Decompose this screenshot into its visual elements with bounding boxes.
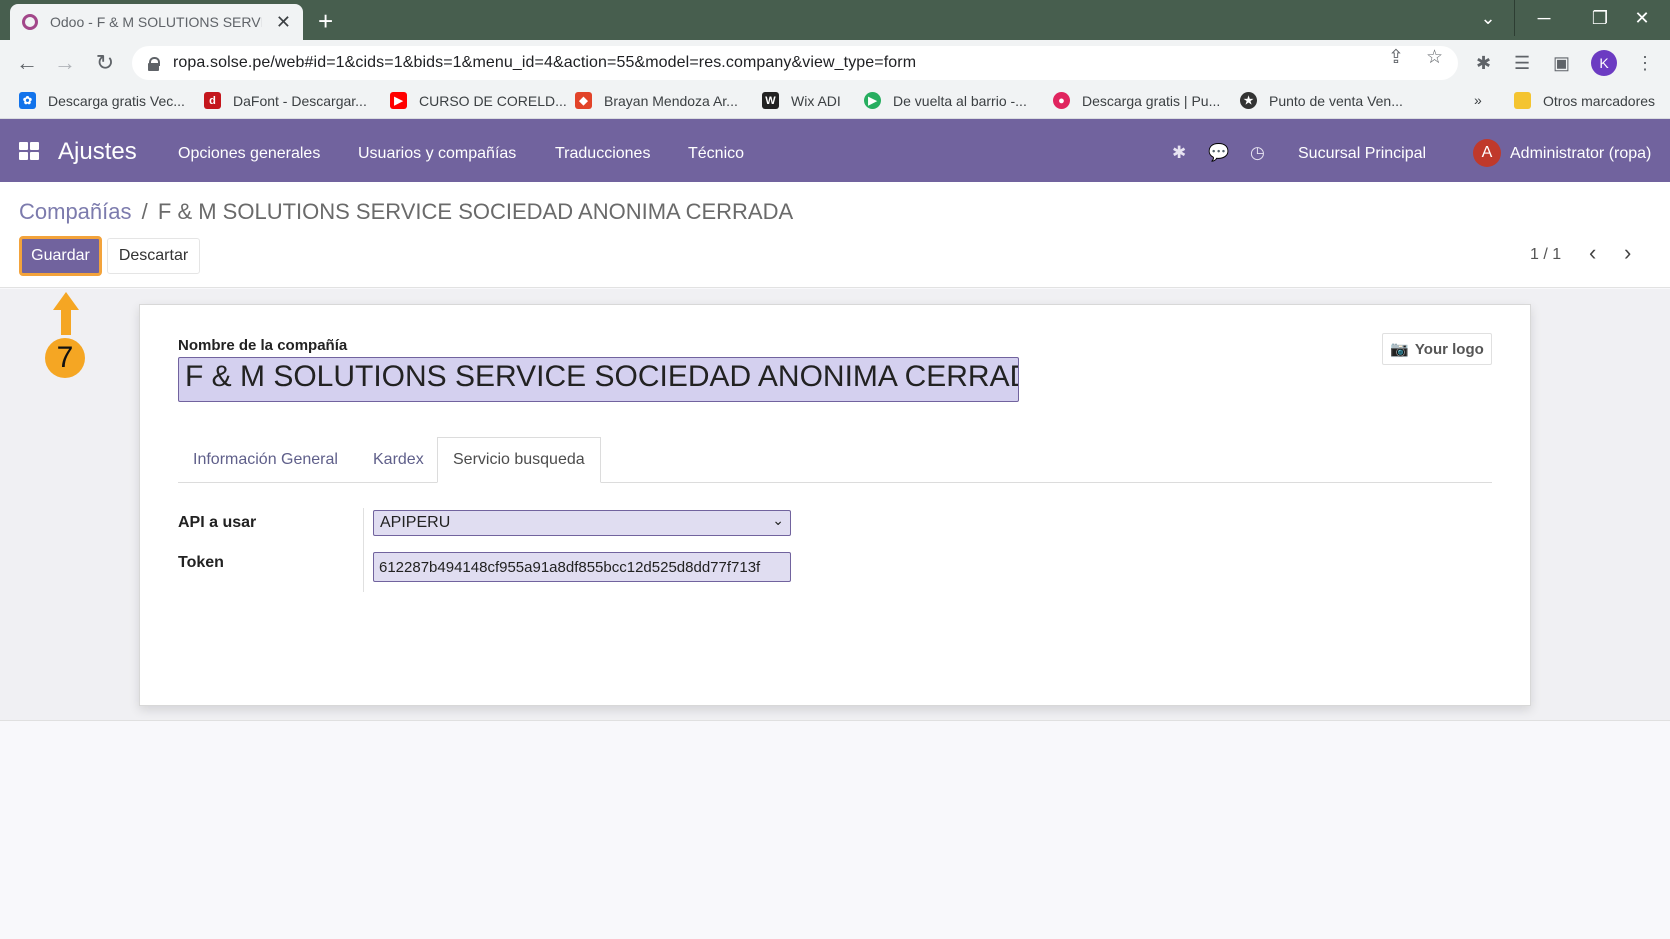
address-bar[interactable]: ropa.solse.pe/web#id=1&cids=1&bids=1&men… [132, 46, 1458, 80]
tab-servicio-busqueda[interactable]: Servicio busqueda [437, 437, 601, 483]
chevron-left-icon[interactable]: ‹ [1589, 240, 1596, 266]
url-text[interactable]: ropa.solse.pe/web#id=1&cids=1&bids=1&men… [173, 54, 916, 72]
camera-icon: 📷 [1390, 341, 1409, 358]
other-bookmarks-folder[interactable]: Otros marcadores [1514, 92, 1655, 109]
extensions-icon[interactable]: ✱ [1476, 53, 1491, 74]
freepik-icon: ✿ [19, 92, 36, 109]
back-icon[interactable]: ← [14, 50, 40, 76]
youtube-icon: ▶ [390, 92, 407, 109]
star-badge-icon: ★ [1240, 92, 1257, 109]
wix-icon: W [762, 92, 779, 109]
menu-tecnico[interactable]: Técnico [688, 145, 744, 163]
browser-tab[interactable]: Odoo - F & M SOLUTIONS SERVICE SOCIEDAD … [10, 4, 303, 40]
bookmark-item[interactable]: d DaFont - Descargar... [204, 92, 367, 109]
form-sheet: Nombre de la compañía F & M SOLUTIONS SE… [139, 304, 1531, 706]
bookmark-item[interactable]: ▶ De vuelta al barrio -... [864, 92, 1027, 109]
reload-icon[interactable]: ↻ [92, 50, 118, 76]
reading-list-icon[interactable]: ☰ [1514, 53, 1530, 74]
app-name[interactable]: Ajustes [58, 138, 137, 166]
chevron-right-icon[interactable]: › [1624, 240, 1631, 266]
field-divider [363, 508, 364, 592]
form-tabs: Información General Kardex Servicio busq… [178, 437, 1492, 483]
bookmark-item[interactable]: ✿ Descarga gratis Vec... [19, 92, 185, 109]
profile-avatar[interactable]: K [1591, 50, 1617, 76]
bookmark-item[interactable]: ▶ CURSO DE CORELD... [390, 92, 567, 109]
bookmark-item[interactable]: W Wix ADI [762, 92, 841, 109]
company-switcher[interactable]: Sucursal Principal [1298, 145, 1426, 163]
tab-search-icon[interactable]: ⌄ [1460, 0, 1516, 36]
token-input[interactable]: 612287b494148cf955a91a8df855bcc12d525d8d… [373, 552, 791, 582]
control-panel: Compañías / F & M SOLUTIONS SERVICE SOCI… [0, 182, 1670, 288]
bookmark-item[interactable]: ● Descarga gratis | Pu... [1053, 92, 1220, 109]
company-name-label: Nombre de la compañía [178, 337, 348, 354]
chrome-menu-icon[interactable]: ⋮ [1636, 53, 1654, 74]
odoo-navbar: Ajustes Opciones generales Usuarios y co… [0, 119, 1670, 182]
upload-logo-label: Your logo [1414, 340, 1484, 358]
bookmarks-overflow-icon[interactable]: » [1474, 92, 1482, 108]
share-icon[interactable]: ⇪ [1388, 46, 1404, 69]
dafont-icon: d [204, 92, 221, 109]
play-icon: ▶ [864, 92, 881, 109]
page-title: F & M SOLUTIONS SERVICE SOCIEDAD ANONIMA… [157, 199, 794, 224]
upload-logo-button[interactable]: 📷 Your logo [1382, 333, 1492, 365]
pager-value[interactable]: 1 / 1 [1530, 246, 1561, 264]
menu-traducciones[interactable]: Traducciones [555, 145, 650, 163]
arrow-up-icon [53, 292, 79, 336]
company-name-input[interactable]: F & M SOLUTIONS SERVICE SOCIEDAD ANONIMA… [178, 357, 1019, 402]
apps-menu-icon[interactable] [19, 142, 39, 160]
new-tab-icon[interactable]: + [318, 6, 333, 37]
step-number-badge: 7 [45, 338, 85, 378]
browser-tab-title: Odoo - F & M SOLUTIONS SERVICE SOCIEDAD … [50, 14, 262, 30]
close-window-icon[interactable]: ✕ [1614, 0, 1670, 36]
breadcrumb: Compañías / F & M SOLUTIONS SERVICE SOCI… [19, 199, 793, 225]
folder-icon [1514, 92, 1531, 109]
chevron-down-icon: ⌄ [772, 512, 784, 528]
minimize-icon[interactable]: ─ [1516, 0, 1572, 36]
user-menu[interactable]: Administrator (ropa) [1510, 145, 1651, 163]
api-label: API a usar [178, 514, 257, 531]
debug-bug-icon[interactable]: ✱ [1172, 143, 1186, 163]
side-panel-icon[interactable]: ▣ [1553, 53, 1570, 74]
token-label: Token [178, 554, 224, 571]
browser-toolbar: ← → ↻ ropa.solse.pe/web#id=1&cids=1&bids… [0, 40, 1670, 86]
odoo-favicon-icon [22, 14, 38, 30]
breadcrumb-separator: / [141, 199, 148, 224]
breadcrumb-companias[interactable]: Compañías [19, 199, 132, 224]
gitlab-icon: ◆ [575, 92, 592, 109]
window-separator [1514, 0, 1515, 36]
menu-opciones-generales[interactable]: Opciones generales [178, 145, 320, 163]
forward-icon[interactable]: → [52, 50, 78, 76]
chat-icon[interactable]: 💬 [1208, 143, 1229, 163]
bookmarks-bar: ✿ Descarga gratis Vec... d DaFont - Desc… [0, 86, 1670, 119]
activity-clock-icon[interactable]: ◷ [1250, 143, 1265, 163]
bookmark-item[interactable]: ★ Punto de venta Ven... [1240, 92, 1403, 109]
browser-tab-strip: Odoo - F & M SOLUTIONS SERVICE SOCIEDAD … [0, 0, 1670, 40]
tab-kardex[interactable]: Kardex [358, 437, 439, 483]
api-select-value: APIPERU [380, 514, 451, 531]
bookmark-item[interactable]: ◆ Brayan Mendoza Ar... [575, 92, 738, 109]
discard-button[interactable]: Descartar [107, 238, 200, 274]
drop-icon: ● [1053, 92, 1070, 109]
save-button[interactable]: Guardar [19, 236, 102, 276]
menu-usuarios-companias[interactable]: Usuarios y compañías [358, 145, 516, 163]
close-tab-icon[interactable]: ✕ [276, 12, 291, 33]
api-select[interactable]: APIPERU ⌄ [373, 510, 791, 536]
tab-informacion-general[interactable]: Información General [178, 437, 353, 483]
lock-icon[interactable] [148, 56, 160, 71]
avatar[interactable]: A [1473, 139, 1501, 167]
bookmark-star-icon[interactable]: ☆ [1426, 46, 1443, 69]
